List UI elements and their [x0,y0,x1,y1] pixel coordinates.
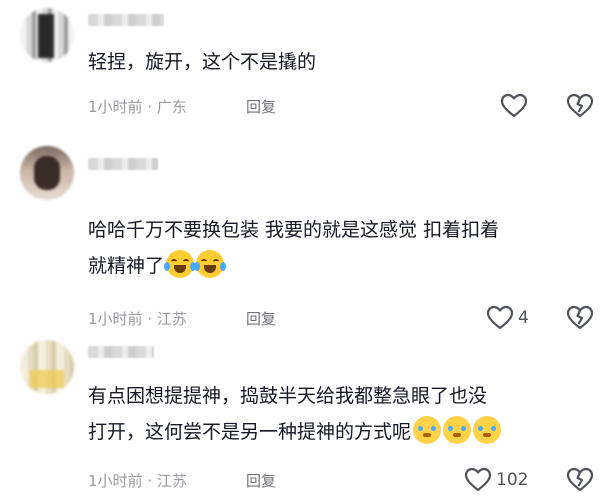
meta-separator: · [147,472,153,490]
username-blurred[interactable] [88,14,164,26]
avatar[interactable] [20,340,74,394]
comment-text: 轻捏，旋开，这个不是撬的 [88,44,316,80]
avatar[interactable] [20,146,74,200]
comment-meta: 1小时前 · 江苏 [88,309,187,329]
broken-heart-icon [566,93,594,119]
dislike-button[interactable] [566,93,594,119]
comment-text: 有点困想提提神，捣鼓半天给我都整急眼了也没 打开，这何尝不是另一种提神的方式呢 [88,378,502,450]
like-count: 4 [518,308,529,328]
like-count: 102 [496,470,529,490]
comment-text: 哈哈千万不要换包装 我要的就是这感觉 扣着扣着 就精神了 [88,212,499,284]
comment-line-with-emoji: 打开，这何尝不是另一种提神的方式呢 [88,414,502,450]
dislike-button[interactable] [566,305,594,331]
comment-time: 1小时前 [88,310,143,328]
reply-button[interactable]: 回复 [246,309,276,329]
comment-time: 1小时前 [88,472,143,490]
broken-heart-icon [566,467,594,493]
comment-line: 就精神了 [88,255,165,277]
comment-line: 有点困想提提神，捣鼓半天给我都整急眼了也没 [88,385,488,407]
comment-line: 打开，这何尝不是另一种提神的方式呢 [88,421,412,443]
like-button[interactable]: 102 [464,467,528,493]
comment-meta: 1小时前 · 江苏 [88,471,187,491]
reply-button[interactable]: 回复 [246,471,276,491]
heart-outline-icon [500,93,528,119]
heart-outline-icon [464,467,492,493]
like-button[interactable]: 4 [486,305,529,331]
comment-location: 江苏 [156,472,187,490]
comment-line: 轻捏，旋开，这个不是撬的 [88,51,317,73]
reply-button[interactable]: 回复 [246,97,276,117]
comment-meta: 1小时前 · 广东 [88,97,187,117]
dislike-button[interactable] [566,467,594,493]
like-button[interactable] [500,93,532,119]
broken-heart-icon [566,305,594,331]
meta-separator: · [147,98,153,116]
comment-line: 哈哈千万不要换包装 我要的就是这感觉 扣着扣着 [88,219,500,241]
laugh-cry-emoji [194,250,227,278]
avatar[interactable] [20,8,74,62]
comment-location: 江苏 [156,310,187,328]
username-blurred[interactable] [88,346,154,358]
comment-line-with-emoji: 就精神了 [88,248,499,284]
heart-outline-icon [486,305,514,331]
teary-emoji [473,416,502,444]
laugh-cry-emoji [164,250,197,278]
comment-location: 广东 [156,98,187,116]
comment-time: 1小时前 [88,98,143,116]
meta-separator: · [147,310,153,328]
teary-emoji [413,416,442,444]
teary-emoji [443,416,472,444]
username-blurred[interactable] [88,158,158,170]
